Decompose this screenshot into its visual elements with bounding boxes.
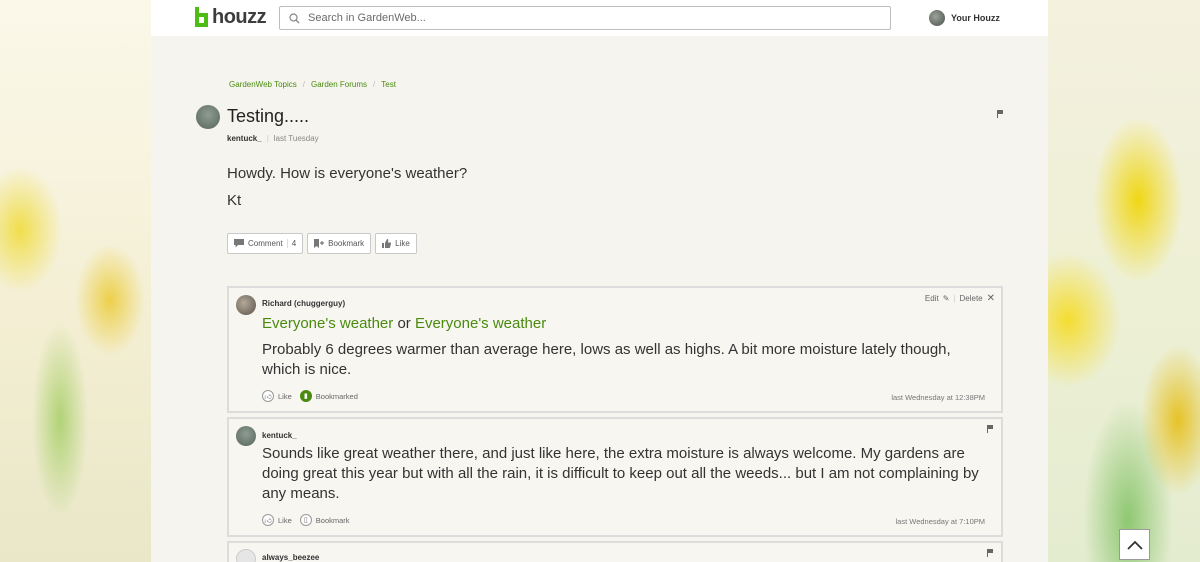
post-body-line: Kt: [227, 192, 242, 209]
breadcrumb-test[interactable]: Test: [381, 80, 396, 89]
breadcrumb-gardenweb-topics[interactable]: GardenWeb Topics: [229, 80, 297, 89]
bookmark-button[interactable]: Bookmark: [307, 233, 372, 254]
search-icon: [280, 12, 308, 24]
bookmark-icon: ▯: [299, 514, 312, 526]
comment-bookmark-button[interactable]: ▯ Bookmark: [299, 514, 350, 526]
houzz-logo-icon: [195, 7, 208, 27]
close-icon[interactable]: ✕: [987, 293, 995, 304]
bookmark-plus-icon: [314, 239, 325, 248]
post-body: Howdy. How is everyone's weather? Kt: [227, 160, 467, 214]
comment-actions: 👍︎ Like ▯ Bookmark: [262, 514, 350, 526]
left-background-flowers: [0, 0, 151, 562]
comment-author[interactable]: always_beezee: [262, 553, 319, 562]
comment-bookmark-button[interactable]: ▮ Bookmarked: [299, 390, 358, 402]
comment-author-avatar[interactable]: [236, 549, 256, 562]
thumbs-up-icon: 👍︎: [262, 390, 274, 402]
comment-button[interactable]: Comment 4: [227, 233, 304, 254]
divider: |: [953, 294, 956, 303]
houzz-logo[interactable]: houzz: [195, 5, 267, 28]
post-author-avatar[interactable]: [196, 105, 220, 129]
breadcrumb-separator: /: [373, 80, 376, 89]
comment-link-joiner: or: [397, 315, 411, 332]
bookmark-label: Bookmark: [328, 239, 365, 248]
comment-text: Sounds like great weather there, and jus…: [262, 445, 979, 502]
comment-count: 4: [286, 239, 296, 248]
comment-like-button[interactable]: 👍︎ Like: [262, 390, 292, 402]
page-content: houzz Your Houzz GardenWeb Topics / Gard…: [151, 0, 1048, 562]
meta-divider: |: [266, 134, 269, 143]
post-title: Testing.....: [227, 106, 310, 126]
comment-like-button[interactable]: 👍︎ Like: [262, 514, 292, 526]
your-houzz-menu[interactable]: Your Houzz: [929, 10, 1000, 26]
post-time: last Tuesday: [273, 134, 319, 143]
comment-icon: [234, 239, 244, 248]
scroll-to-top-button[interactable]: [1119, 529, 1150, 560]
report-flag-icon[interactable]: [987, 425, 995, 433]
post-author-name[interactable]: kentuck_: [227, 134, 262, 143]
comment-author-avatar[interactable]: [236, 295, 256, 315]
comment-link[interactable]: Everyone's weather: [415, 315, 546, 332]
comment-actions: 👍︎ Like ▮ Bookmarked: [262, 390, 358, 402]
your-houzz-label: Your Houzz: [951, 13, 1000, 23]
pencil-icon[interactable]: ✎: [943, 294, 950, 303]
comment-text: Probably 6 degrees warmer than average h…: [262, 341, 951, 378]
user-avatar: [929, 10, 945, 26]
thumbs-up-icon: [382, 239, 392, 248]
right-background-flowers: [1048, 0, 1200, 562]
post-actions: Comment 4 Bookmark Like: [227, 233, 417, 254]
breadcrumb-separator: /: [302, 80, 305, 89]
comment-card: kentuck_ Sounds like great weather there…: [227, 417, 1003, 537]
chevron-up-icon: [1126, 540, 1143, 550]
comment-time: last Wednesday at 7:10PM: [895, 517, 986, 526]
comment-time: last Wednesday at 12:38PM: [891, 393, 985, 402]
comment-like-label: Like: [278, 515, 292, 525]
comment-card: Richard (chuggerguy) Edit ✎ | Delete ✕ E…: [227, 286, 1003, 413]
edit-delete-controls: Edit ✎ | Delete ✕: [925, 293, 995, 304]
comment-author[interactable]: kentuck_: [262, 431, 297, 440]
breadcrumb: GardenWeb Topics / Garden Forums / Test: [229, 80, 396, 89]
thumbs-up-icon: 👍︎: [262, 514, 274, 526]
comment-like-label: Like: [278, 391, 292, 401]
bookmarked-icon: ▮: [299, 390, 312, 402]
comment-author-avatar[interactable]: [236, 426, 256, 446]
search-box[interactable]: [279, 6, 891, 30]
comment-author[interactable]: Richard (chuggerguy): [262, 299, 345, 308]
comment-bookmark-label: Bookmark: [315, 515, 350, 525]
top-header: houzz Your Houzz: [151, 0, 1048, 36]
comment-link[interactable]: Everyone's weather: [262, 315, 393, 332]
edit-link[interactable]: Edit: [925, 294, 939, 303]
like-button[interactable]: Like: [375, 233, 417, 254]
search-input[interactable]: [308, 12, 868, 24]
breadcrumb-garden-forums[interactable]: Garden Forums: [311, 80, 367, 89]
comment-bookmark-label: Bookmarked: [315, 391, 358, 401]
comment-links: Everyone's weather or Everyone's weather: [262, 315, 546, 332]
like-label: Like: [395, 239, 410, 248]
post-meta: kentuck_ | last Tuesday: [227, 134, 319, 143]
report-flag-icon[interactable]: [997, 110, 1005, 118]
logo-text: houzz: [212, 5, 267, 28]
comment-label: Comment: [248, 239, 283, 248]
delete-link[interactable]: Delete: [959, 294, 982, 303]
report-flag-icon[interactable]: [987, 549, 995, 557]
post-body-line: Howdy. How is everyone's weather?: [227, 165, 468, 182]
comment-card: always_beezee: [227, 541, 1003, 562]
